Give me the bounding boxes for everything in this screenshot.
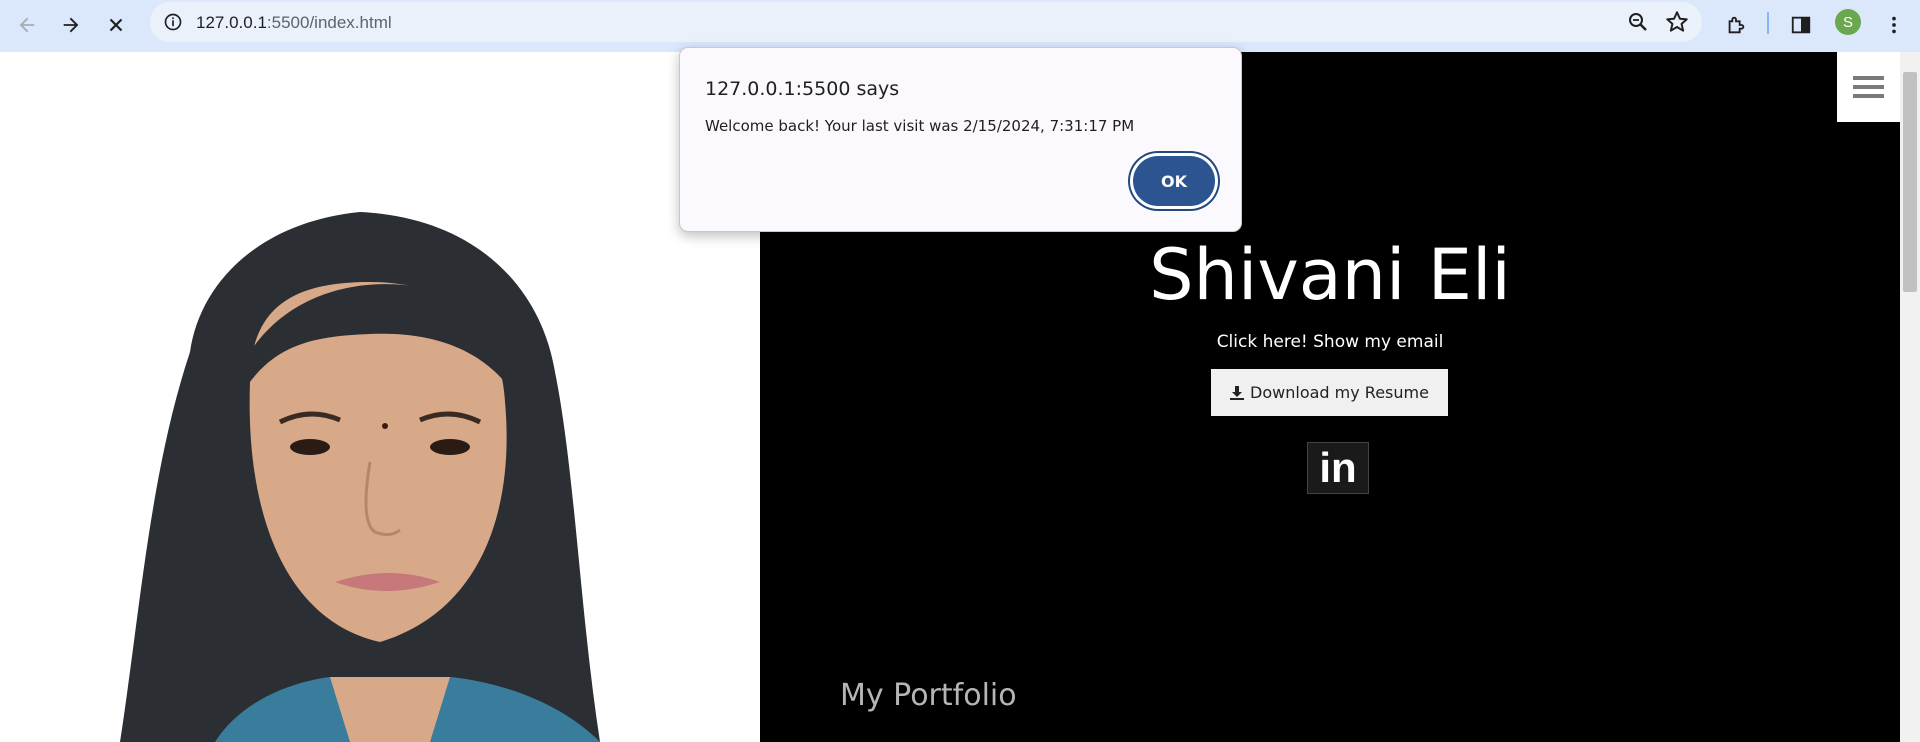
toolbar-separator [1767,12,1769,34]
dialog-title: 127.0.0.1:5500 says [705,78,900,100]
info-icon[interactable] [162,11,184,33]
download-resume-button[interactable]: Download my Resume [1211,369,1448,416]
star-icon[interactable] [1664,9,1690,35]
url-path: :5500/index.html [266,13,392,32]
more-icon[interactable] [1875,6,1913,44]
alert-dialog: 127.0.0.1:5500 says Welcome back! Your l… [679,47,1242,232]
url-text[interactable]: 127.0.0.1:5500/index.html [196,13,392,33]
menu-bar [1853,94,1884,98]
browser-toolbar: 127.0.0.1:5500/index.html S [0,0,1920,52]
scrollbar[interactable] [1900,52,1920,742]
portfolio-heading: My Portfolio [840,678,1017,713]
show-email-link[interactable]: Click here! Show my email [760,332,1900,352]
menu-bar [1853,85,1884,89]
profile-photo [0,52,760,742]
ok-button[interactable]: OK [1133,156,1215,206]
address-bar[interactable]: 127.0.0.1:5500/index.html [150,2,1702,42]
url-host: 127.0.0.1 [196,13,267,32]
forward-icon[interactable] [52,6,90,44]
dialog-message: Welcome back! Your last visit was 2/15/2… [705,117,1135,135]
linkedin-icon[interactable]: in [1307,442,1369,494]
download-resume-label: Download my Resume [1250,383,1429,402]
extensions-icon[interactable] [1717,6,1755,44]
profile-avatar[interactable]: S [1835,9,1861,35]
side-panel-icon[interactable] [1782,6,1820,44]
download-icon [1230,385,1245,400]
menu-bar [1853,76,1884,80]
stop-icon[interactable] [97,6,135,44]
hero-title: Shivani Eli [1149,234,1511,316]
hamburger-menu-icon[interactable] [1837,52,1900,122]
zoom-icon[interactable] [1626,10,1650,34]
scrollbar-thumb[interactable] [1903,72,1917,292]
back-icon[interactable] [8,6,46,44]
